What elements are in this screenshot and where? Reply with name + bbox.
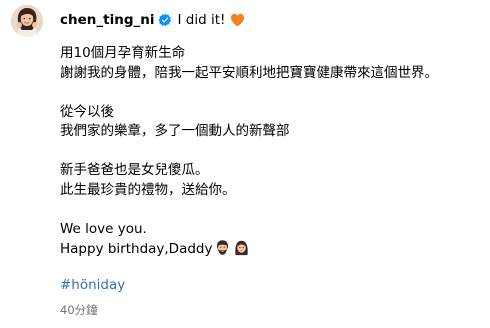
verified-badge-icon	[158, 13, 172, 27]
caption-line: 我們家的樂章，多了一個動人的新聲部	[60, 123, 290, 139]
caption-line-with-emojis: Happy birthday,Daddy	[60, 239, 480, 259]
orange-heart-icon	[230, 13, 245, 27]
instagram-post-caption: chen_ting_ni I did it! 用10個月孕育新生命 謝謝我的身體…	[0, 0, 490, 328]
post-header: chen_ting_ni I did it!	[60, 10, 245, 30]
profile-photo-icon	[11, 5, 43, 37]
hashtag-link[interactable]: #höniday	[60, 277, 125, 293]
post-timestamp[interactable]: 40分鐘	[60, 302, 98, 318]
avatar[interactable]	[11, 5, 43, 37]
caption-line: 謝謝我的身體，陪我一起平安順利地把寶寶健康帶來這個世界。	[60, 64, 438, 81]
caption-line: We love you.	[60, 220, 147, 237]
caption-line-text: Happy birthday,Daddy	[60, 241, 213, 257]
header-caption-text: I did it!	[177, 12, 226, 28]
man-with-beard-icon	[214, 239, 231, 256]
caption-body: 用10個月孕育新生命 謝謝我的身體，陪我一起平安順利地把寶寶健康帶來這個世界。 …	[60, 44, 480, 259]
username-link[interactable]: chen_ting_ni	[60, 12, 154, 28]
girl-with-long-hair-icon	[233, 239, 250, 256]
caption-line: 此生最珍貴的禮物，送給你。	[60, 181, 236, 198]
caption-line: 新手爸爸也是女兒傻瓜。	[60, 162, 209, 178]
caption-line: 從今以後	[60, 103, 114, 120]
caption-line: 用10個月孕育新生命	[60, 45, 186, 61]
